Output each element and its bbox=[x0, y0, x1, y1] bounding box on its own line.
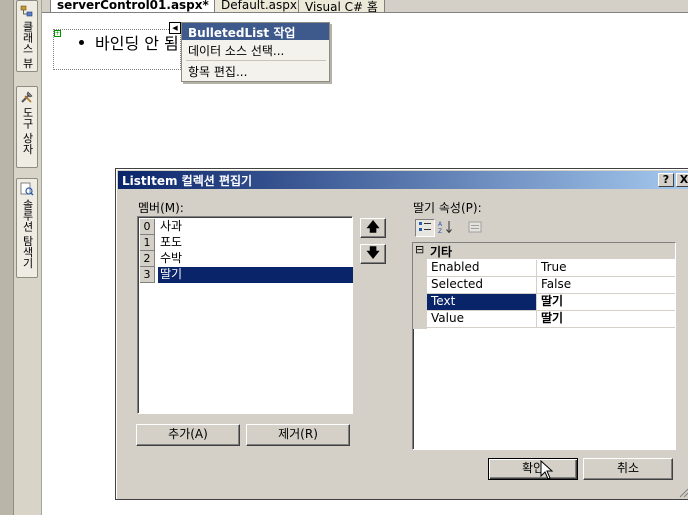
smart-tag-divider bbox=[186, 60, 326, 61]
category-row[interactable]: ⊟ 기타 bbox=[413, 243, 675, 259]
tab-label: Visual C# 홈 bbox=[305, 0, 378, 13]
svg-text:A: A bbox=[438, 221, 443, 228]
members-list[interactable]: 0 사과 1 포도 2 수박 3 딸기 bbox=[137, 216, 353, 414]
property-value[interactable]: True bbox=[538, 260, 675, 276]
dock-tab-solution-explorer[interactable]: 솔루션 탐색기 bbox=[16, 178, 38, 278]
property-row-text[interactable]: Text 딸기 bbox=[427, 294, 675, 311]
properties-label: 딸기 속성(P): bbox=[413, 201, 482, 215]
document-tab-strip: serverControl01.aspx* Default.aspx Visua… bbox=[42, 0, 688, 13]
property-row-selected[interactable]: Selected False bbox=[427, 277, 675, 294]
move-down-button[interactable]: 🡇 bbox=[360, 244, 386, 264]
choose-data-source-link[interactable]: 데이터 소스 선택... bbox=[188, 42, 284, 59]
arrow-down-icon: 🡇 bbox=[366, 246, 380, 261]
remove-button[interactable]: 제거(R) bbox=[246, 424, 350, 446]
member-value: 포도 bbox=[160, 235, 183, 249]
dialog-titlebar[interactable]: ListItem 컬렉션 편집기 ? X bbox=[118, 171, 688, 189]
listitem-collection-editor-dialog: ListItem 컬렉션 편집기 ? X 멤버(M): 0 사과 1 포도 2 … bbox=[115, 168, 688, 500]
solution-explorer-icon bbox=[20, 182, 34, 196]
property-name: Selected bbox=[427, 277, 537, 293]
move-up-button[interactable]: 🡅 bbox=[360, 218, 386, 238]
mouse-cursor-icon bbox=[540, 459, 554, 480]
svg-text:Z: Z bbox=[438, 228, 442, 234]
member-value: 딸기 bbox=[158, 267, 353, 283]
property-row-value[interactable]: Value 딸기 bbox=[427, 311, 675, 328]
property-grid-margin bbox=[413, 259, 427, 329]
categorized-view-icon[interactable] bbox=[415, 219, 435, 237]
member-value: 수박 bbox=[160, 251, 183, 265]
server-control-glyph-icon: + bbox=[54, 30, 61, 37]
dialog-title: ListItem 컬렉션 편집기 bbox=[122, 174, 253, 188]
alphabetical-sort-icon[interactable]: AZ bbox=[436, 219, 456, 237]
member-row[interactable]: 1 포도 bbox=[140, 235, 353, 251]
dock-tab-class-view[interactable]: 클래스 뷰 bbox=[16, 0, 38, 72]
property-pages-icon bbox=[465, 219, 485, 237]
collapse-icon[interactable]: ⊟ bbox=[415, 243, 424, 256]
tab-default-aspx[interactable]: Default.aspx bbox=[214, 0, 304, 12]
member-index: 3 bbox=[140, 267, 155, 283]
toolbox-icon bbox=[20, 90, 34, 104]
dock-tab-label: 클래스 뷰 bbox=[21, 21, 34, 69]
category-label: 기타 bbox=[430, 245, 453, 259]
dock-tab-label: 솔루션 탐색기 bbox=[21, 199, 34, 269]
member-index: 2 bbox=[140, 251, 155, 267]
property-name: Enabled bbox=[427, 260, 537, 276]
property-row-enabled[interactable]: Enabled True bbox=[427, 260, 675, 277]
left-dock-edge bbox=[0, 0, 14, 515]
property-value[interactable]: 딸기 bbox=[538, 311, 675, 327]
arrow-up-icon: 🡅 bbox=[366, 220, 380, 235]
tab-visual-csharp-home[interactable]: Visual C# 홈 bbox=[298, 0, 385, 13]
property-value[interactable]: 딸기 bbox=[538, 294, 675, 310]
smart-tag-title: BulletedList 작업 bbox=[182, 23, 329, 40]
resize-grip-icon[interactable] bbox=[679, 487, 688, 498]
ok-button[interactable]: 확인 bbox=[488, 458, 578, 480]
property-name: Text bbox=[427, 294, 537, 310]
edit-items-link[interactable]: 항목 편집... bbox=[188, 63, 247, 80]
dock-tab-toolbox[interactable]: 도구 상자 bbox=[16, 86, 38, 168]
member-row[interactable]: 2 수박 bbox=[140, 251, 353, 267]
tab-servercontrol01[interactable]: serverControl01.aspx* bbox=[50, 0, 216, 12]
member-row[interactable]: 0 사과 bbox=[140, 219, 353, 235]
property-name: Value bbox=[427, 311, 537, 327]
add-button[interactable]: 추가(A) bbox=[136, 424, 240, 446]
tab-label: Default.aspx bbox=[221, 0, 297, 12]
member-row-selected[interactable]: 3 딸기 bbox=[140, 267, 353, 283]
tab-label: serverControl01.aspx* bbox=[57, 0, 209, 12]
dock-tab-label: 도구 상자 bbox=[21, 107, 34, 155]
property-grid[interactable]: ⊟ 기타 Enabled True Selected False Text 딸기… bbox=[412, 242, 676, 450]
class-view-icon bbox=[20, 4, 34, 18]
left-dock-strip: 클래스 뷰 도구 상자 솔루션 탐색기 bbox=[0, 0, 42, 515]
property-value[interactable]: False bbox=[538, 277, 675, 293]
property-toolbar: AZ bbox=[413, 219, 482, 239]
help-button[interactable]: ? bbox=[658, 173, 674, 187]
smart-tag-chevron-icon[interactable]: ◀ bbox=[169, 22, 181, 34]
bullet-item-text: 바인딩 안 됨 bbox=[95, 34, 179, 53]
cancel-button[interactable]: 취소 bbox=[583, 458, 673, 480]
bullet-icon bbox=[79, 40, 84, 45]
member-index: 1 bbox=[140, 235, 155, 251]
member-value: 사과 bbox=[160, 219, 183, 233]
close-button[interactable]: X bbox=[676, 173, 688, 187]
smart-tag-panel: BulletedList 작업 데이터 소스 선택... 항목 편집... bbox=[181, 22, 330, 82]
members-label: 멤버(M): bbox=[138, 201, 184, 215]
member-index: 0 bbox=[140, 219, 155, 235]
